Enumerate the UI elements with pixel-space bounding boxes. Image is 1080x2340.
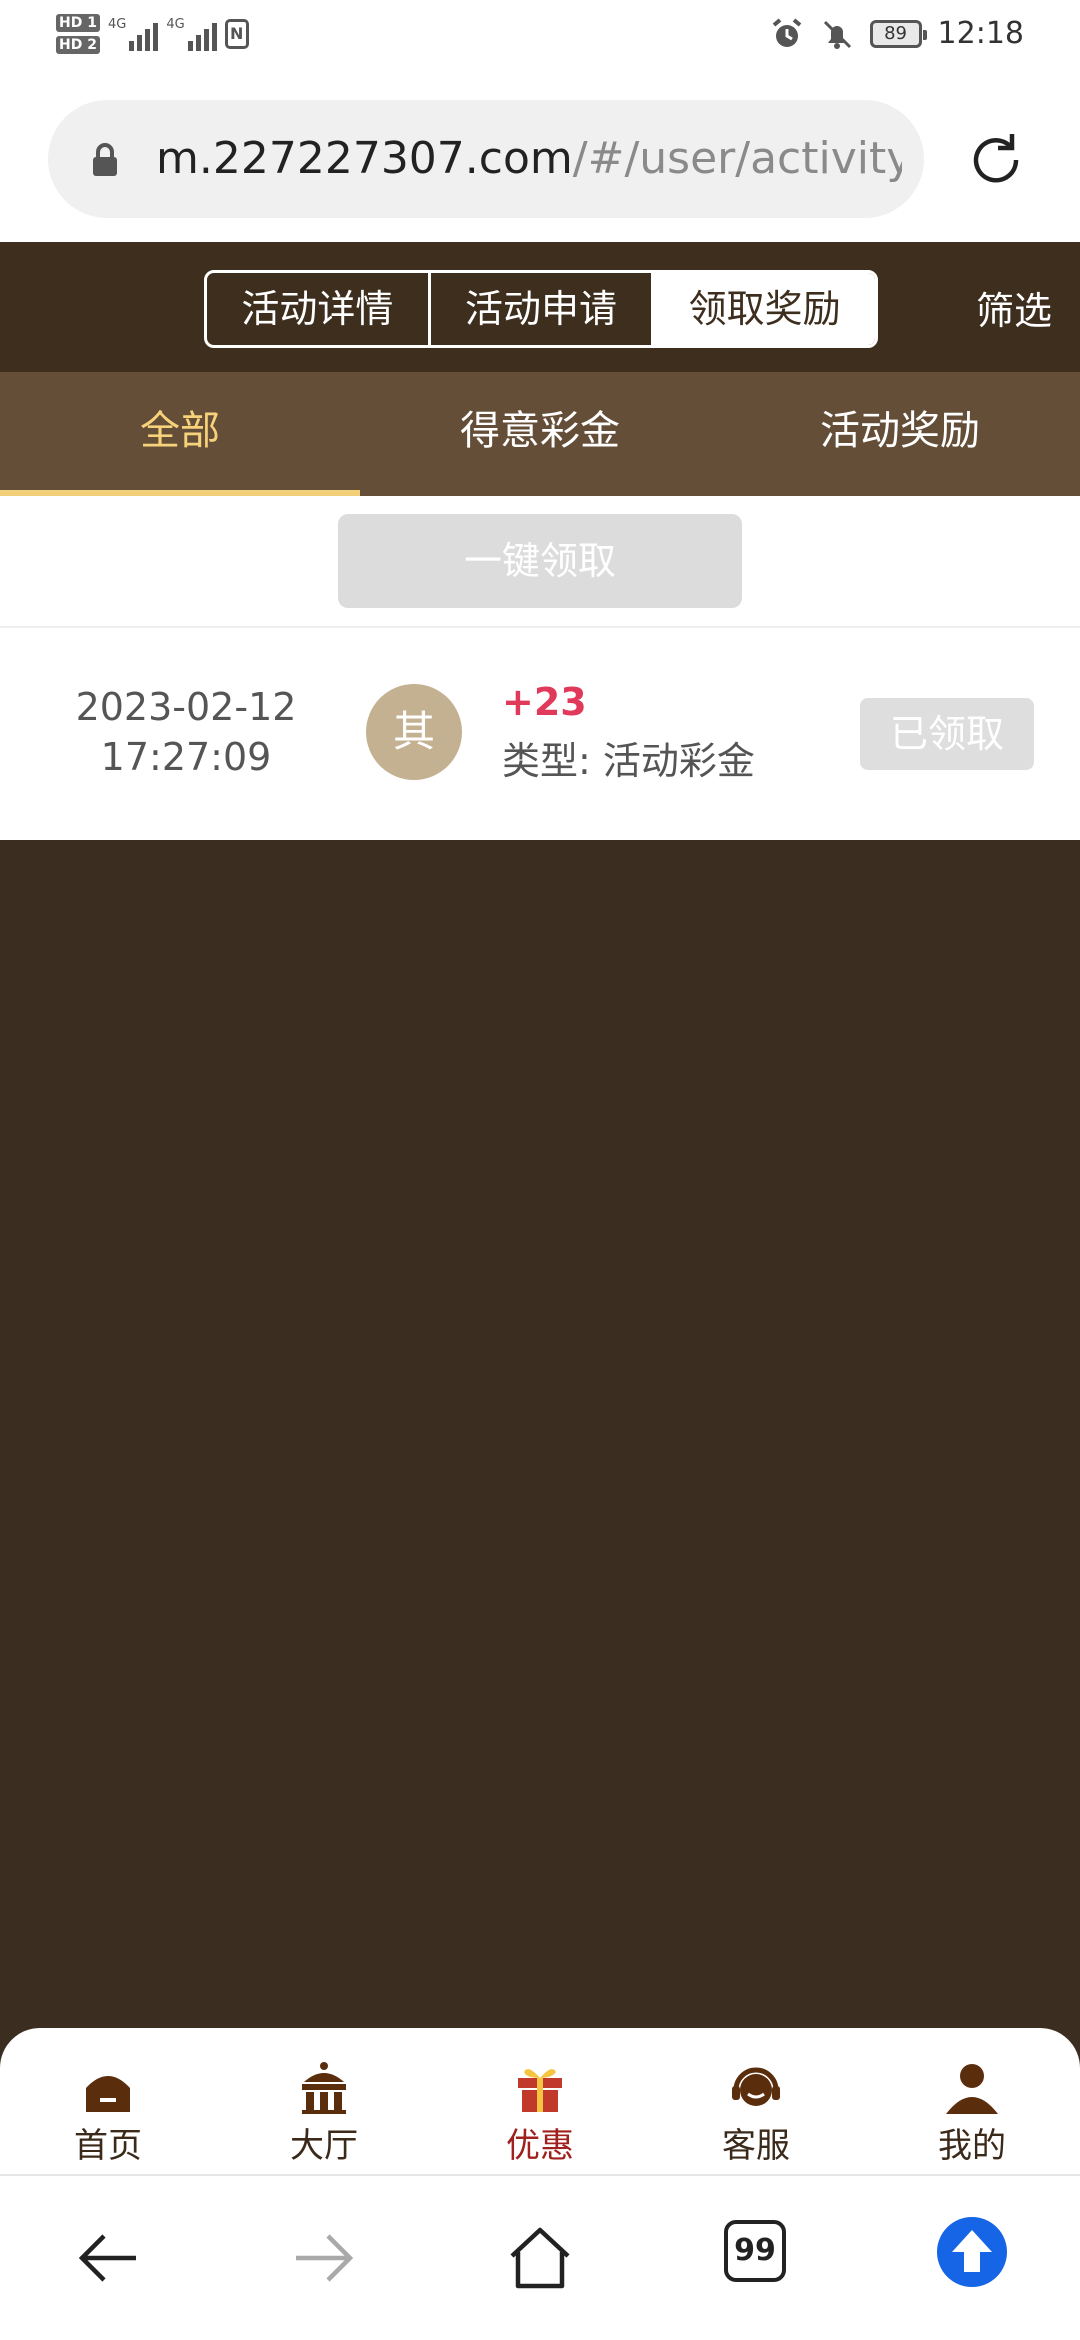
tab-bonus[interactable]: 得意彩金 [360,372,720,496]
headset-icon [732,2067,780,2106]
tab-activity-reward[interactable]: 活动奖励 [720,372,1080,496]
filter-button[interactable]: 筛选 [976,280,1052,335]
nav-promotions-label: 优惠 [506,2126,574,2166]
page-header: 活动详情 活动申请 领取奖励 筛选 [0,242,1080,372]
address-bar[interactable]: m.227227307.com/#/user/activity( [48,100,924,218]
signal-icon: 4G [107,17,159,51]
url-path: /#/user/activity( [572,133,902,184]
signal-icon-2: 4G [166,17,217,51]
status-bar: HD 1 HD 2 4G 4G N 89 12:18 [0,0,1080,76]
forward-arrow-icon[interactable] [292,2228,356,2288]
clock: 12:18 [937,16,1024,51]
record-type: 类型: 活动彩金 [502,739,755,783]
browser-bottom-nav: 99 [0,2174,1080,2340]
claimed-button[interactable]: 已领取 [860,698,1034,770]
sub-tabs: 全部 得意彩金 活动奖励 [0,372,1080,496]
nav-home-label: 首页 [74,2126,142,2166]
segment-control: 活动详情 活动申请 领取奖励 [204,270,878,348]
app-bottom-nav: 首页 大厅 优惠 客服 我的 [0,2028,1080,2174]
home-icon[interactable] [506,2224,574,2290]
back-arrow-icon[interactable] [76,2228,140,2288]
nav-mine-label: 我的 [938,2126,1006,2166]
browser-toolbar: m.227227307.com/#/user/activity( [0,76,1080,242]
record-time: 17:27:09 [100,735,272,779]
url-text[interactable]: m.227227307.com/#/user/activity( [156,100,902,218]
nav-hall[interactable]: 大厅 [216,2028,432,2174]
claim-all-button[interactable]: 一键领取 [338,514,742,608]
nav-support-label: 客服 [722,2126,790,2166]
status-left: HD 1 HD 2 4G 4G N [56,14,249,54]
record-datetime: 2023-02-12 17:27:09 [40,682,332,782]
record-date: 2023-02-12 [75,685,297,729]
reload-icon[interactable] [964,128,1028,192]
url-host: m.227227307.com [156,133,573,184]
sim1-label: HD 1 [56,14,100,32]
home-icon [86,2076,130,2112]
segment-claim-rewards[interactable]: 领取奖励 [654,273,875,345]
gift-icon [518,2069,562,2112]
alarm-icon [772,17,801,47]
record-avatar: 其 [366,684,462,780]
tabs-count-icon[interactable]: 99 [724,2220,786,2282]
tab-all[interactable]: 全部 [0,372,360,496]
person-icon [946,2064,998,2114]
mute-bell-icon [823,20,851,49]
nav-promotions[interactable]: 优惠 [432,2028,648,2174]
hall-icon [302,2062,346,2114]
sim-indicators: HD 1 HD 2 [56,14,100,54]
record-amount: +23 [502,680,587,724]
status-right: 89 12:18 [770,16,1024,51]
network1-label: 4G [107,17,127,32]
lock-icon [93,143,117,176]
nav-support[interactable]: 客服 [648,2028,864,2174]
network2-label: 4G [166,17,185,32]
divider [0,626,1080,628]
battery-indicator: 89 [869,19,927,48]
nfc-icon: N [224,19,249,49]
nav-mine[interactable]: 我的 [864,2028,1080,2174]
nav-home[interactable]: 首页 [0,2028,216,2174]
nav-hall-label: 大厅 [290,2126,358,2166]
segment-activity-details[interactable]: 活动详情 [207,273,431,345]
segment-activity-apply[interactable]: 活动申请 [431,273,655,345]
reward-list: 一键领取 2023-02-12 17:27:09 其 +23 类型: 活动彩金 … [0,496,1080,840]
upload-arrow-icon[interactable] [936,2216,1008,2288]
sim2-label: HD 2 [56,36,100,54]
